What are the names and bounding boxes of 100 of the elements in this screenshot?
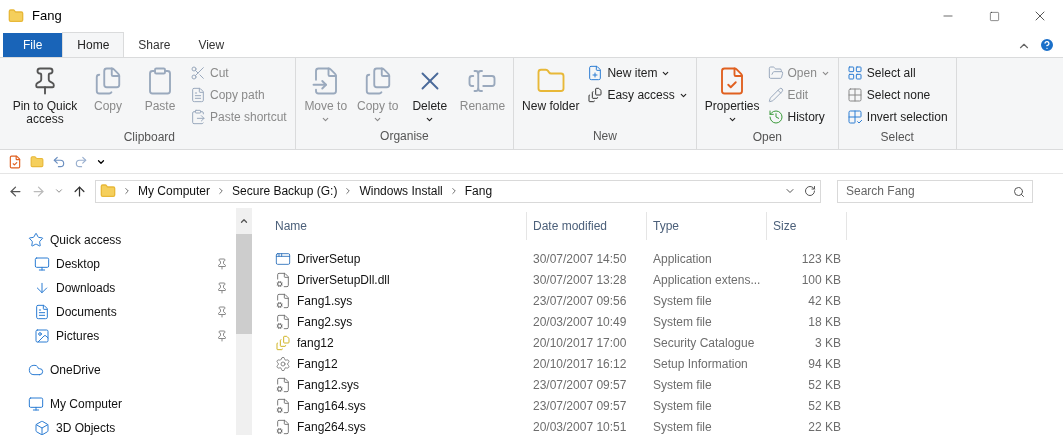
application-icon [275,250,291,267]
address-field[interactable]: My Computer Secure Backup (G:) Windows Install Fang [95,179,821,203]
table-cell-text: Application extens... [652,271,762,289]
file-name[interactable]: DriverSetupDll.dll [297,270,390,289]
ribbon-button[interactable]: Pin to Quick access [8,62,82,128]
ribbon-button[interactable]: New folder [518,62,584,127]
new-item-icon [587,65,604,81]
column-header[interactable]: Type [647,212,767,240]
ribbon-tab[interactable]: View [184,32,239,57]
column-header[interactable]: Date modified [527,212,647,240]
table-cell-text: 123 KB [800,250,842,268]
table-cell-text: 20/10/2017 16:12 [532,355,628,373]
download-icon [34,280,50,296]
table-cell-text: 52 KB [807,376,842,394]
group-label: New [591,128,618,145]
open-icon [767,65,784,81]
redo-icon[interactable] [74,154,88,169]
refresh-icon[interactable] [804,185,816,197]
nav-item[interactable]: Pictures [56,327,216,345]
group-label: Organise [379,128,430,145]
forward-icon[interactable] [31,183,46,199]
table-cell-text: System file [652,292,713,310]
column-header[interactable]: Name [269,212,527,240]
breadcrumb-item[interactable]: Fang [464,182,493,200]
document-icon [587,87,604,103]
setup-file-icon [275,355,291,372]
table-cell-text: System file [652,397,713,415]
file-gear-icon [275,292,291,309]
ribbon-button[interactable]: Properties [700,62,764,128]
maximize-icon[interactable] [988,10,1000,22]
file-name[interactable]: fang12 [297,333,334,352]
table-cell-text: 30/07/2007 13:28 [532,271,628,289]
ribbon-button[interactable]: Select all [842,62,952,84]
table-cell-text: Application [652,250,713,268]
file-name[interactable]: Fang164.sys [297,396,366,415]
scroll-thumb[interactable] [236,234,252,334]
breadcrumb-item[interactable]: Windows Install [359,182,443,200]
nav-item[interactable]: Quick access [50,231,228,249]
file-name[interactable]: Fang12.sys [297,375,360,394]
table-cell-text: 94 KB [807,355,842,373]
file-gear-icon [275,271,291,288]
nav-item[interactable]: My Computer [50,395,228,413]
back-icon[interactable] [8,183,23,199]
caret-icon [321,115,331,124]
up-icon[interactable] [72,183,87,199]
file-name[interactable]: Fang12 [297,354,338,373]
search-field[interactable]: Search Fang [837,179,1033,203]
breadcrumb-item[interactable]: My Computer [138,182,211,200]
table-cell-text: Setup Information [652,355,749,373]
ribbon-button[interactable]: Delete [403,62,456,127]
table-cell-text: 30/07/2007 14:50 [532,250,628,268]
table-cell-text: System file [652,313,713,331]
ribbon-tab[interactable]: Home [62,32,125,57]
table-cell-text: Security Catalogue [652,334,756,352]
ribbon-button[interactable]: New item [583,62,692,84]
group-label: Select [879,129,915,146]
file-gear-icon [275,313,291,330]
undo-icon[interactable] [52,154,66,169]
table-cell-text: 20/03/2007 10:51 [532,418,628,435]
file-tab[interactable]: File [3,33,63,57]
properties-icon[interactable] [8,154,22,169]
history-icon [767,109,784,125]
table-cell-text: 20/03/2007 10:49 [532,313,628,331]
catalog-icon [275,334,291,351]
file-gear-icon [275,376,291,393]
nav-item[interactable]: Downloads [56,279,216,297]
file-name[interactable]: DriverSetup [297,249,361,268]
file-gear-icon [275,418,291,435]
cloud-icon [28,362,44,378]
group-label: Clipboard [122,129,177,146]
clipboard-icon [190,109,206,125]
column-header[interactable]: Size [767,212,847,240]
scrollbar[interactable] [236,208,252,435]
table-cell-text: 22 KB [807,418,842,435]
nav-item[interactable]: OneDrive [50,361,228,379]
file-name[interactable]: Fang264.sys [297,417,366,435]
scroll-up-icon[interactable] [239,216,249,226]
window-title: Fang [32,7,62,26]
copy-icon [93,66,123,96]
group-label: Open [751,129,783,146]
desktop-icon [34,256,50,272]
ribbon-tab[interactable]: Share [124,32,185,57]
picture-icon [34,328,50,344]
document-icon [34,304,50,320]
file-name[interactable]: Fang1.sys [297,291,353,310]
table-cell-text: 20/10/2017 17:00 [532,334,628,352]
ribbon-button[interactable]: Easy access [583,84,692,106]
nav-item[interactable]: Desktop [56,255,216,273]
recent-caret-icon[interactable] [54,186,64,196]
folder-icon[interactable] [30,154,44,169]
help-icon[interactable] [1039,37,1055,53]
folder-icon [100,183,116,199]
file-name[interactable]: Fang2.sys [297,312,353,331]
ribbon-button[interactable]: Select none [842,84,952,106]
ribbon-button[interactable]: History [763,106,834,128]
ribbon-button[interactable]: Invert selection [842,106,952,128]
nav-item[interactable]: Documents [56,303,216,321]
nav-item[interactable]: 3D Objects [56,419,228,435]
breadcrumb-item[interactable]: Secure Backup (G:) [232,182,338,200]
scissors-icon [190,65,206,81]
